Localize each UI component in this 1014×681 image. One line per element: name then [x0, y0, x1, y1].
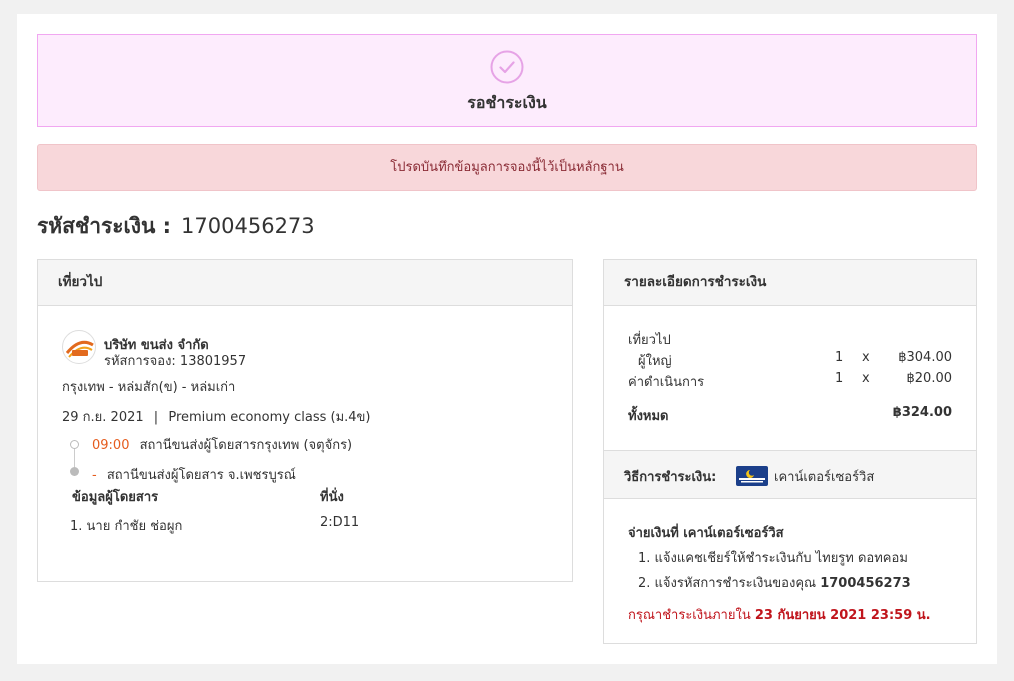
payment-code: รหัสชำระเงิน : 1700456273: [37, 210, 315, 243]
deadline-value: 23 กันยายน 2021 23:59 น.: [754, 608, 931, 623]
item-fee-times: x: [862, 371, 870, 386]
travel-date: 29 ก.ย. 2021: [62, 410, 144, 425]
outbound-trip-panel: เที่ยวไป บริษัท ขนส่ง จำกัด รหัสการจอง: …: [37, 259, 573, 582]
item-fee-label: ค่าดำเนินการ: [628, 375, 705, 390]
trip-panel-header: เที่ยวไป: [38, 260, 572, 306]
date-class-separator: |: [153, 410, 159, 425]
item-adult-times: x: [862, 350, 870, 365]
route: กรุงเทพ - หล่มสัก(ข) - หล่มเก่า: [62, 380, 236, 395]
payment-summary-panel: รายละเอียดการชำระเงิน เที่ยวไป ผู้ใหญ่ 1…: [603, 259, 977, 644]
booking-code: รหัสการจอง: 13801957: [104, 354, 247, 369]
departure-time: 09:00: [92, 438, 130, 453]
payment-deadline: กรุณาชำระเงินภายใน 23 กันยายน 2021 23:59…: [628, 604, 931, 625]
seat-class: Premium economy class (ม.4ข): [168, 410, 371, 425]
travel-date-class: 29 ก.ย. 2021 | Premium economy class (ม.…: [62, 406, 371, 427]
payment-code-label: รหัสชำระเงิน :: [37, 214, 172, 238]
payment-method-header: วิธีการชำระเงิน: เคาน์เตอร์เซอร์วิส: [604, 450, 976, 499]
passenger-seat: 2:D11: [320, 515, 360, 530]
status-banner: รอชำระเงิน: [37, 34, 977, 127]
departure-row: 09:00 สถานีขนส่งผู้โดยสารกรุงเทพ (จตุจัก…: [92, 434, 352, 455]
total-label: ทั้งหมด: [628, 409, 669, 424]
total-value: ฿324.00: [892, 405, 952, 420]
passenger-name: 1. นาย กำชัย ช่อผูก: [70, 519, 183, 534]
counter-service-icon: [736, 466, 768, 486]
passenger-header: ข้อมูลผู้โดยสาร: [72, 490, 159, 505]
company-logo: [62, 330, 96, 364]
arrival-row: - สถานีขนส่งผู้โดยสาร จ.เพชรบูรณ์: [92, 464, 296, 485]
item-adult-label: ผู้ใหญ่: [638, 354, 672, 369]
departure-station: สถานีขนส่งผู้โดยสารกรุงเทพ (จตุจักร): [139, 438, 353, 453]
deadline-prefix: กรุณาชำระเงินภายใน: [628, 608, 755, 623]
payment-method-name: เคาน์เตอร์เซอร์วิส: [774, 470, 875, 485]
item-fee-qty: 1: [835, 371, 844, 386]
pay-step-2: 2. แจ้งรหัสการชำระเงินของคุณ 1700456273: [638, 572, 911, 593]
check-circle-icon: [490, 50, 524, 84]
arrival-station: สถานีขนส่งผู้โดยสาร จ.เพชรบูรณ์: [106, 468, 296, 483]
booking-card: รอชำระเงิน โปรดบันทึกข้อมูลการจองนี้ไว้เ…: [17, 14, 997, 664]
arrival-time: -: [92, 468, 97, 483]
payment-method-label: วิธีการชำระเงิน:: [624, 470, 717, 485]
status-text: รอชำระเงิน: [467, 93, 547, 112]
summary-panel-header: รายละเอียดการชำระเงิน: [604, 260, 976, 306]
payment-code-value: 1700456273: [181, 214, 315, 238]
timeline-departure-dot: [70, 440, 79, 449]
pay-step-2-text: 2. แจ้งรหัสการชำระเงินของคุณ: [638, 576, 821, 591]
pay-step-1: 1. แจ้งแคชเชียร์ให้ชำระเงินกับ ไทยรูท ดอ…: [638, 551, 908, 566]
item-fee-price: ฿20.00: [906, 371, 953, 386]
timeline-arrival-dot: [70, 467, 79, 476]
summary-section-title: เที่ยวไป: [628, 333, 671, 348]
item-adult-qty: 1: [835, 350, 844, 365]
pay-at-title: จ่ายเงินที่ เคาน์เตอร์เซอร์วิส: [628, 526, 784, 541]
seat-header: ที่นั่ง: [320, 490, 344, 505]
save-notice-alert: โปรดบันทึกข้อมูลการจองนี้ไว้เป็นหลักฐาน: [37, 144, 977, 191]
item-adult-price: ฿304.00: [898, 350, 952, 365]
pay-step-2-code: 1700456273: [820, 576, 911, 591]
